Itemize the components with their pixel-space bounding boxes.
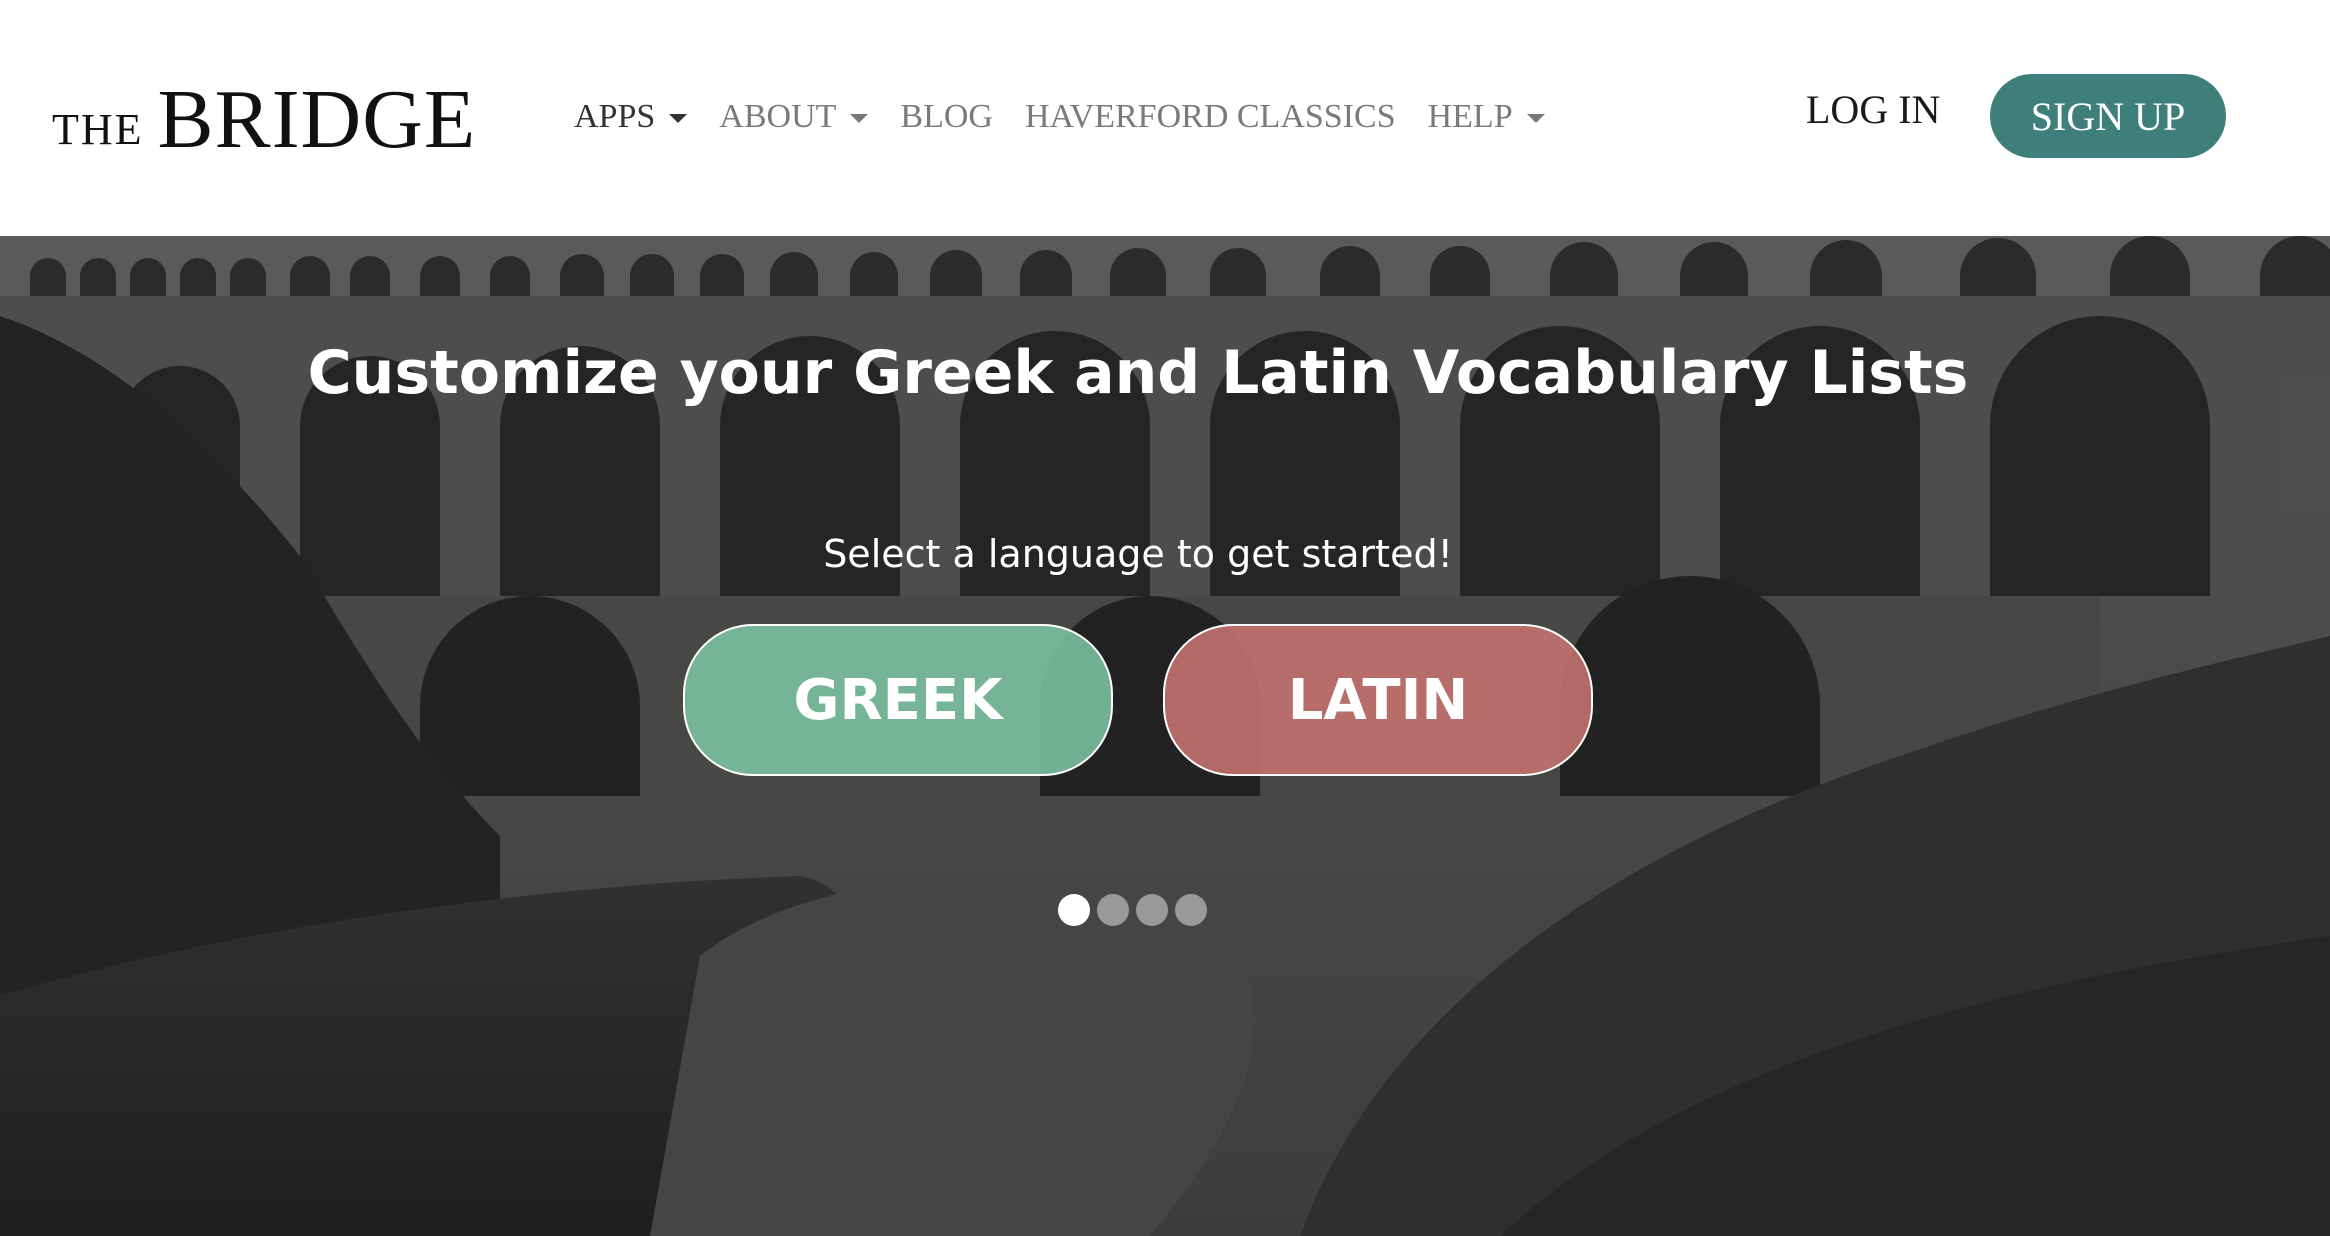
site-header: THE BRIDGE APPS ABOUT BLOG HAVERFORD CLA…: [0, 0, 2330, 236]
nav-item-apps[interactable]: APPS: [574, 98, 688, 136]
nav-item-label: ABOUT: [719, 98, 837, 135]
nav-item-label: HELP: [1427, 98, 1513, 135]
site-logo[interactable]: THE BRIDGE: [52, 72, 476, 162]
nav-item-label: APPS: [574, 98, 656, 135]
hero-carousel: Customize your Greek and Latin Vocabular…: [0, 236, 2330, 1236]
nav-item-haverford-classics[interactable]: HAVERFORD CLASSICS: [1025, 98, 1396, 136]
nav-item-blog[interactable]: BLOG: [900, 98, 993, 136]
logo-text-big: BRIDGE: [157, 73, 477, 166]
nav-item-label: BLOG: [900, 98, 993, 135]
nav-item-about[interactable]: ABOUT: [719, 98, 869, 136]
page: THE BRIDGE APPS ABOUT BLOG HAVERFORD CLA…: [0, 0, 2330, 1236]
carousel-dot-4[interactable]: [1175, 894, 1207, 926]
carousel-dot-3[interactable]: [1136, 894, 1168, 926]
nav-item-label: HAVERFORD CLASSICS: [1024, 98, 1396, 135]
logo-text-small: THE: [52, 105, 144, 154]
hero-subtitle: Select a language to get started!: [823, 532, 1453, 576]
carousel-indicators: [1058, 894, 1214, 926]
caret-down-icon: [1526, 113, 1545, 123]
greek-button[interactable]: GREEK: [683, 624, 1113, 776]
carousel-dot-1[interactable]: [1058, 894, 1090, 926]
main-nav: APPS ABOUT BLOG HAVERFORD CLASSICS HELP: [574, 92, 1577, 142]
nav-item-help[interactable]: HELP: [1428, 98, 1545, 136]
latin-button[interactable]: LATIN: [1163, 624, 1593, 776]
signup-button[interactable]: SIGN UP: [1990, 74, 2226, 158]
carousel-dot-2[interactable]: [1097, 894, 1129, 926]
caret-down-icon: [669, 113, 688, 123]
hero-title: Customize your Greek and Latin Vocabular…: [307, 338, 1969, 408]
login-link[interactable]: LOG IN: [1806, 86, 1940, 133]
caret-down-icon: [850, 113, 869, 123]
